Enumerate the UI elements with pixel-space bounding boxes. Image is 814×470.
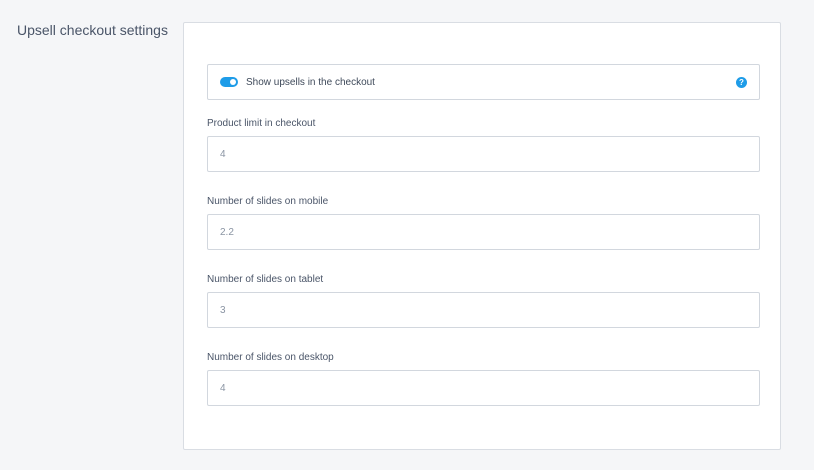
- show-upsells-label: Show upsells in the checkout: [246, 76, 375, 88]
- question-circle-icon[interactable]: ?: [736, 76, 747, 88]
- show-upsells-switch[interactable]: [220, 77, 238, 87]
- section-title: Upsell checkout settings: [17, 22, 168, 38]
- slides-tablet-label: Number of slides on tablet: [207, 274, 324, 285]
- slides-mobile-input[interactable]: [207, 214, 760, 250]
- slides-mobile-label: Number of slides on mobile: [207, 196, 329, 207]
- product-limit-input[interactable]: [207, 136, 760, 172]
- product-limit-label: Product limit in checkout: [207, 118, 316, 129]
- settings-page: Upsell checkout settings Show upsells in…: [0, 0, 814, 470]
- slides-desktop-input[interactable]: [207, 370, 760, 406]
- slides-desktop-label: Number of slides on desktop: [207, 352, 334, 363]
- upsell-settings-panel: Show upsells in the checkout ? Product l…: [183, 22, 781, 450]
- slides-tablet-input[interactable]: [207, 292, 760, 328]
- show-upsells-toggle-row[interactable]: Show upsells in the checkout ?: [207, 64, 760, 100]
- switch-knob: [230, 79, 236, 85]
